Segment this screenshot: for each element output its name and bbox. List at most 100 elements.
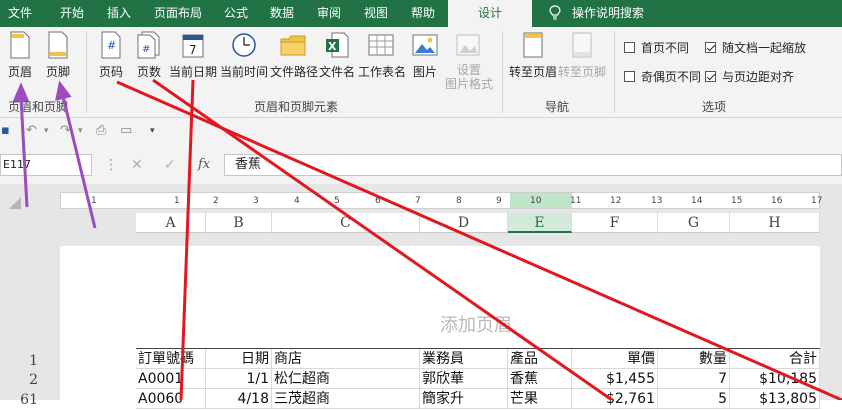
name-box[interactable]: E117: [0, 154, 92, 176]
goto-footer-button[interactable]: 转至页脚: [558, 31, 606, 103]
table-cell[interactable]: 業務員: [420, 349, 508, 369]
column-header-c[interactable]: C: [272, 213, 420, 233]
ruler-tick: 1: [174, 196, 180, 206]
select-all-corner-icon[interactable]: [8, 196, 22, 210]
ruler-tick: 12: [610, 196, 622, 206]
header-page-icon: [10, 31, 30, 59]
table-cell[interactable]: A0060: [136, 389, 206, 409]
column-header-b[interactable]: B: [206, 213, 272, 233]
checkbox-unchecked[interactable]: [624, 42, 635, 53]
header-button[interactable]: 页眉: [4, 31, 36, 103]
current-time-button[interactable]: 当前时间: [220, 31, 268, 103]
page-count-button[interactable]: # 页数: [134, 31, 164, 103]
formula-bar-handle-icon[interactable]: ⋮: [104, 154, 118, 176]
table-cell[interactable]: 訂單號碼: [136, 349, 206, 369]
row-header[interactable]: 1: [0, 351, 50, 371]
cancel-icon[interactable]: ✕: [131, 154, 143, 176]
table-cell[interactable]: $1,455: [572, 369, 658, 389]
row-header[interactable]: 2: [0, 370, 50, 390]
option-scale-with-document[interactable]: 随文档一起缩放: [705, 40, 806, 56]
goto-footer-icon: [572, 32, 592, 58]
formula-input[interactable]: 香蕉: [224, 154, 842, 176]
svg-text:#: #: [142, 44, 150, 55]
format-picture-button[interactable]: 设置 图片格式: [444, 31, 494, 103]
table-cell[interactable]: 三茂超商: [272, 389, 420, 409]
table-cell[interactable]: 產品: [508, 349, 572, 369]
footer-button[interactable]: 页脚: [42, 31, 74, 103]
column-header-g[interactable]: G: [658, 213, 730, 233]
option-align-with-margins[interactable]: 与页边距对齐: [705, 69, 794, 85]
horizontal-ruler: 1 1 2 3 4 5 6 7 8 9 10 11 12 13 14 15 16…: [60, 192, 822, 209]
tab-file[interactable]: 文件: [8, 0, 32, 27]
checkbox-checked[interactable]: [705, 71, 716, 82]
table-cell[interactable]: 合計: [730, 349, 820, 369]
tab-design[interactable]: 设计: [448, 0, 532, 27]
tell-me-search[interactable]: 操作说明搜索: [572, 0, 644, 27]
lightbulb-icon[interactable]: [549, 5, 561, 21]
insert-function-icon[interactable]: fx: [198, 154, 210, 176]
table-cell[interactable]: 松仁超商: [272, 369, 420, 389]
table-cell[interactable]: 5: [658, 389, 730, 409]
table-cell[interactable]: 4/18: [206, 389, 272, 409]
enter-icon[interactable]: ✓: [164, 154, 176, 176]
open-icon[interactable]: ▭: [120, 122, 132, 140]
format-picture-icon: [456, 34, 480, 56]
table-cell[interactable]: 數量: [658, 349, 730, 369]
ruler-tick: 13: [651, 196, 663, 206]
column-header-h[interactable]: H: [730, 213, 820, 233]
tab-home[interactable]: 开始: [60, 0, 84, 27]
table-cell[interactable]: $2,761: [572, 389, 658, 409]
tab-help[interactable]: 帮助: [411, 0, 435, 27]
table-cell[interactable]: 7: [658, 369, 730, 389]
save-icon[interactable]: ▪: [1, 122, 10, 140]
table-cell[interactable]: 單價: [572, 349, 658, 369]
table-cell[interactable]: 1/1: [206, 369, 272, 389]
table-cell[interactable]: 日期: [206, 349, 272, 369]
table-cell[interactable]: $10,185: [730, 369, 820, 389]
checkbox-checked[interactable]: [705, 42, 716, 53]
option-different-odd-even[interactable]: 奇偶页不同: [624, 69, 701, 85]
tab-page-layout[interactable]: 页面布局: [154, 0, 202, 27]
svg-text:#: #: [107, 39, 116, 52]
table-cell[interactable]: 簡家升: [420, 389, 508, 409]
option-different-first-page[interactable]: 首页不同: [624, 40, 689, 56]
ruler-tick: 10: [530, 196, 542, 206]
table-cell[interactable]: 香蕉: [508, 369, 572, 389]
tab-view[interactable]: 视图: [364, 0, 388, 27]
file-path-button[interactable]: 文件路径: [270, 31, 318, 103]
file-name-button[interactable]: X 文件名: [318, 31, 356, 103]
ruler-tick: 2: [213, 196, 219, 206]
ruler-tick: 14: [691, 196, 703, 206]
picture-button[interactable]: 图片: [408, 31, 442, 103]
column-header-f[interactable]: F: [572, 213, 658, 233]
group-divider: [614, 31, 615, 113]
goto-header-button[interactable]: 转至页眉: [508, 31, 558, 103]
column-header-a[interactable]: A: [136, 213, 206, 233]
table-cell[interactable]: 商店: [272, 349, 420, 369]
header-placeholder[interactable]: 添加页眉: [440, 311, 512, 337]
row-header[interactable]: 61: [0, 390, 50, 410]
ruler-tick: 11: [570, 196, 582, 206]
picture-icon: [412, 34, 438, 56]
table-cell[interactable]: 郭欣華: [420, 369, 508, 389]
tab-insert[interactable]: 插入: [107, 0, 131, 27]
customize-toolbar-icon[interactable]: ▾: [150, 122, 155, 140]
group-divider: [502, 31, 503, 113]
column-header-e[interactable]: E: [508, 213, 572, 233]
tab-data[interactable]: 数据: [270, 0, 294, 27]
column-header-d[interactable]: D: [420, 213, 508, 233]
table-cell[interactable]: A0001: [136, 369, 206, 389]
sheet-name-button[interactable]: 工作表名: [358, 31, 406, 103]
tab-review[interactable]: 审阅: [317, 0, 341, 27]
redo-icon[interactable]: ↷: [60, 122, 71, 140]
undo-icon[interactable]: ↶: [26, 122, 37, 140]
table-cell[interactable]: 芒果: [508, 389, 572, 409]
tab-formulas[interactable]: 公式: [224, 0, 248, 27]
table-cell[interactable]: $13,805: [730, 389, 820, 409]
current-date-button[interactable]: 7 当前日期: [168, 31, 218, 103]
print-preview-icon[interactable]: ⎙: [96, 122, 106, 140]
redo-dropdown-icon[interactable]: ▾: [78, 122, 83, 140]
page-number-button[interactable]: # 页码: [96, 31, 126, 103]
undo-dropdown-icon[interactable]: ▾: [44, 122, 49, 140]
checkbox-unchecked[interactable]: [624, 71, 635, 82]
